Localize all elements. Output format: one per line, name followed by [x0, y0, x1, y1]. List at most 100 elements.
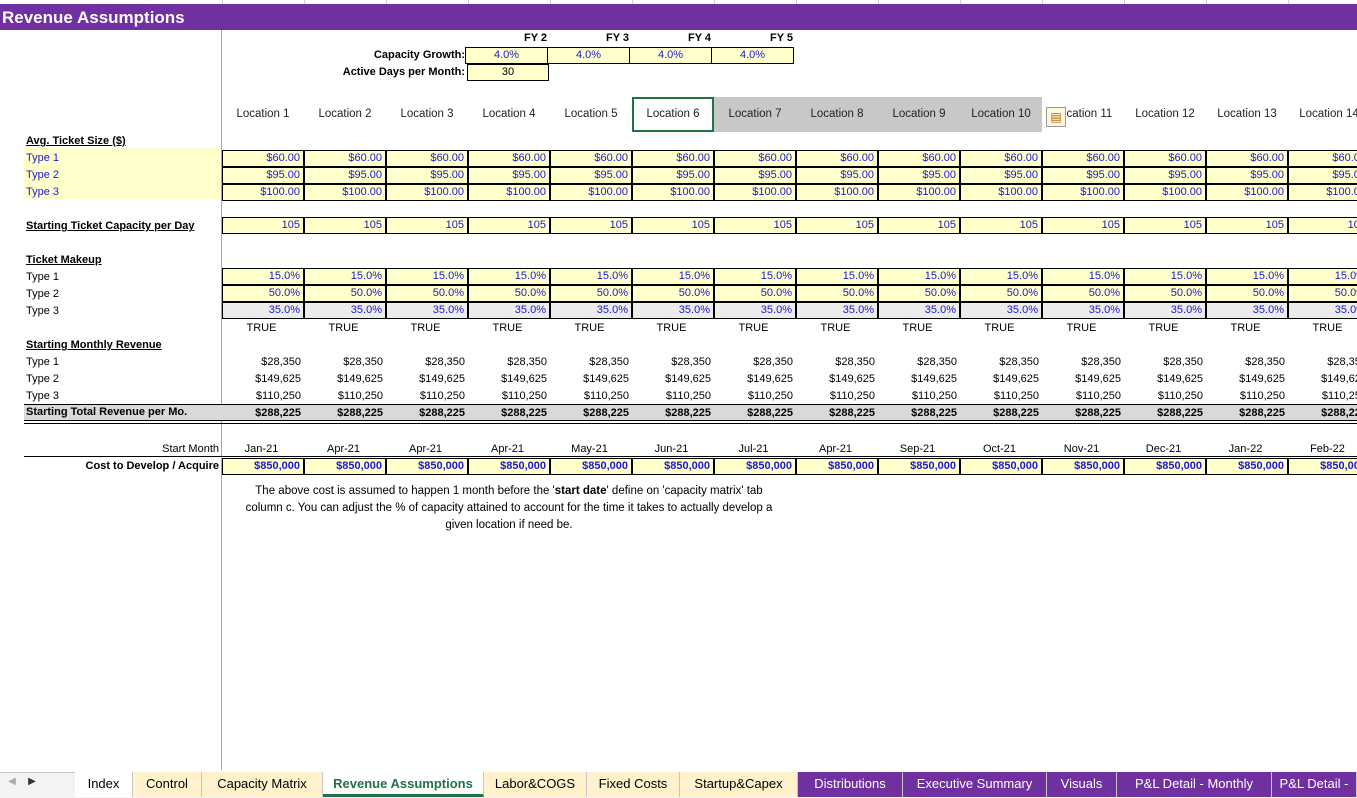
ticket-size-cell[interactable]: $100.00: [960, 184, 1042, 201]
makeup-cell[interactable]: 35.0%: [960, 302, 1042, 319]
ticket-size-cell[interactable]: $95.00: [960, 167, 1042, 184]
ticket-size-cell[interactable]: $95.00: [878, 167, 960, 184]
ticket-size-cell[interactable]: $100.00: [878, 184, 960, 201]
makeup-cell[interactable]: 15.0%: [632, 268, 714, 285]
cost-cell[interactable]: $850,000: [1124, 458, 1206, 475]
makeup-cell[interactable]: 35.0%: [304, 302, 386, 319]
makeup-cell[interactable]: 15.0%: [878, 268, 960, 285]
capacity-cell[interactable]: 105: [714, 217, 796, 234]
cost-cell[interactable]: $850,000: [386, 458, 468, 475]
ticket-size-cell[interactable]: $95.00: [714, 167, 796, 184]
cost-cell[interactable]: $850,000: [960, 458, 1042, 475]
ticket-size-cell[interactable]: $60.00: [550, 150, 632, 167]
ticket-size-cell[interactable]: $60.00: [960, 150, 1042, 167]
ticket-size-cell[interactable]: $60.00: [1206, 150, 1288, 167]
cost-cell[interactable]: $850,000: [468, 458, 550, 475]
makeup-cell[interactable]: 35.0%: [632, 302, 714, 319]
makeup-cell[interactable]: 35.0%: [222, 302, 304, 319]
cost-cell[interactable]: $850,000: [550, 458, 632, 475]
capacity-cell[interactable]: 105: [386, 217, 468, 234]
sheet-tab-index[interactable]: Index: [75, 772, 133, 797]
sheet-tab-startup-capex[interactable]: Startup&Capex: [680, 772, 798, 797]
makeup-cell[interactable]: 15.0%: [1206, 268, 1288, 285]
location-header-12[interactable]: Location 12: [1124, 97, 1206, 132]
location-header-2[interactable]: Location 2: [304, 97, 386, 132]
ticket-size-cell[interactable]: $60.00: [386, 150, 468, 167]
ticket-size-cell[interactable]: $60.00: [222, 150, 304, 167]
makeup-cell[interactable]: 35.0%: [878, 302, 960, 319]
ticket-size-cell[interactable]: $60.00: [1124, 150, 1206, 167]
cost-cell[interactable]: $850,000: [1206, 458, 1288, 475]
active-days-cell[interactable]: 30: [467, 64, 549, 81]
ticket-size-cell[interactable]: $100.00: [222, 184, 304, 201]
cost-cell[interactable]: $850,000: [1042, 458, 1124, 475]
cost-cell[interactable]: $850,000: [714, 458, 796, 475]
ticket-size-cell[interactable]: $100.00: [386, 184, 468, 201]
location-header-8[interactable]: Location 8: [796, 97, 878, 132]
capacity-cell[interactable]: 105: [304, 217, 386, 234]
ticket-size-cell[interactable]: $95.00: [304, 167, 386, 184]
ticket-size-cell[interactable]: $100.00: [1206, 184, 1288, 201]
location-header-6[interactable]: Location 6: [632, 97, 714, 132]
makeup-cell[interactable]: 50.0%: [714, 285, 796, 302]
makeup-cell[interactable]: 35.0%: [468, 302, 550, 319]
makeup-cell[interactable]: 35.0%: [796, 302, 878, 319]
capacity-growth-cell[interactable]: 4.0%: [465, 47, 548, 64]
location-header-14[interactable]: Location 14: [1288, 97, 1357, 132]
sheet-tab-distributions[interactable]: Distributions: [798, 772, 903, 797]
sheet-tab-labor-cogs[interactable]: Labor&COGS: [484, 772, 587, 797]
ticket-size-cell[interactable]: $95.00: [1042, 167, 1124, 184]
capacity-cell[interactable]: 105: [960, 217, 1042, 234]
makeup-cell[interactable]: 15.0%: [468, 268, 550, 285]
ticket-size-cell[interactable]: $60.00: [714, 150, 796, 167]
makeup-cell[interactable]: 15.0%: [222, 268, 304, 285]
makeup-cell[interactable]: 35.0%: [1206, 302, 1288, 319]
makeup-cell[interactable]: 50.0%: [222, 285, 304, 302]
ticket-size-cell[interactable]: $100.00: [304, 184, 386, 201]
scroll-right-icon[interactable]: ▶: [24, 776, 40, 794]
cost-cell[interactable]: $850,000: [796, 458, 878, 475]
scroll-left-icon[interactable]: ◀: [4, 776, 20, 794]
location-header-7[interactable]: Location 7: [714, 97, 796, 132]
makeup-cell[interactable]: 50.0%: [796, 285, 878, 302]
makeup-cell[interactable]: 15.0%: [1124, 268, 1206, 285]
ticket-size-cell[interactable]: $95.00: [1288, 167, 1357, 184]
ticket-size-cell[interactable]: $60.00: [304, 150, 386, 167]
makeup-cell[interactable]: 15.0%: [714, 268, 796, 285]
capacity-cell[interactable]: 105: [1042, 217, 1124, 234]
ticket-size-cell[interactable]: $60.00: [468, 150, 550, 167]
ticket-size-cell[interactable]: $100.00: [1288, 184, 1357, 201]
cost-cell[interactable]: $850,000: [878, 458, 960, 475]
ticket-size-cell[interactable]: $60.00: [796, 150, 878, 167]
ticket-size-cell[interactable]: $100.00: [796, 184, 878, 201]
ticket-size-cell[interactable]: $60.00: [878, 150, 960, 167]
sheet-tab-fixed-costs[interactable]: Fixed Costs: [587, 772, 680, 797]
makeup-cell[interactable]: 15.0%: [960, 268, 1042, 285]
makeup-cell[interactable]: 50.0%: [386, 285, 468, 302]
sheet-tab-control[interactable]: Control: [133, 772, 202, 797]
makeup-cell[interactable]: 35.0%: [1124, 302, 1206, 319]
capacity-growth-cell[interactable]: 4.0%: [547, 47, 630, 64]
capacity-growth-cell[interactable]: 4.0%: [711, 47, 794, 64]
ticket-size-cell[interactable]: $95.00: [386, 167, 468, 184]
location-header-13[interactable]: Location 13: [1206, 97, 1288, 132]
location-header-3[interactable]: Location 3: [386, 97, 468, 132]
ticket-size-cell[interactable]: $100.00: [1042, 184, 1124, 201]
ticket-size-cell[interactable]: $100.00: [714, 184, 796, 201]
capacity-cell[interactable]: 105: [796, 217, 878, 234]
makeup-cell[interactable]: 15.0%: [1042, 268, 1124, 285]
makeup-cell[interactable]: 35.0%: [550, 302, 632, 319]
sheet-tab-capacity-matrix[interactable]: Capacity Matrix: [202, 772, 323, 797]
makeup-cell[interactable]: 50.0%: [1288, 285, 1357, 302]
location-header-4[interactable]: Location 4: [468, 97, 550, 132]
capacity-cell[interactable]: 105: [550, 217, 632, 234]
ticket-size-cell[interactable]: $100.00: [468, 184, 550, 201]
makeup-cell[interactable]: 50.0%: [960, 285, 1042, 302]
paste-options-icon[interactable]: ▤: [1046, 107, 1066, 127]
makeup-cell[interactable]: 35.0%: [386, 302, 468, 319]
ticket-size-cell[interactable]: $100.00: [632, 184, 714, 201]
capacity-cell[interactable]: 105: [1206, 217, 1288, 234]
location-header-5[interactable]: Location 5: [550, 97, 632, 132]
ticket-size-cell[interactable]: $95.00: [222, 167, 304, 184]
cost-cell[interactable]: $850,000: [222, 458, 304, 475]
